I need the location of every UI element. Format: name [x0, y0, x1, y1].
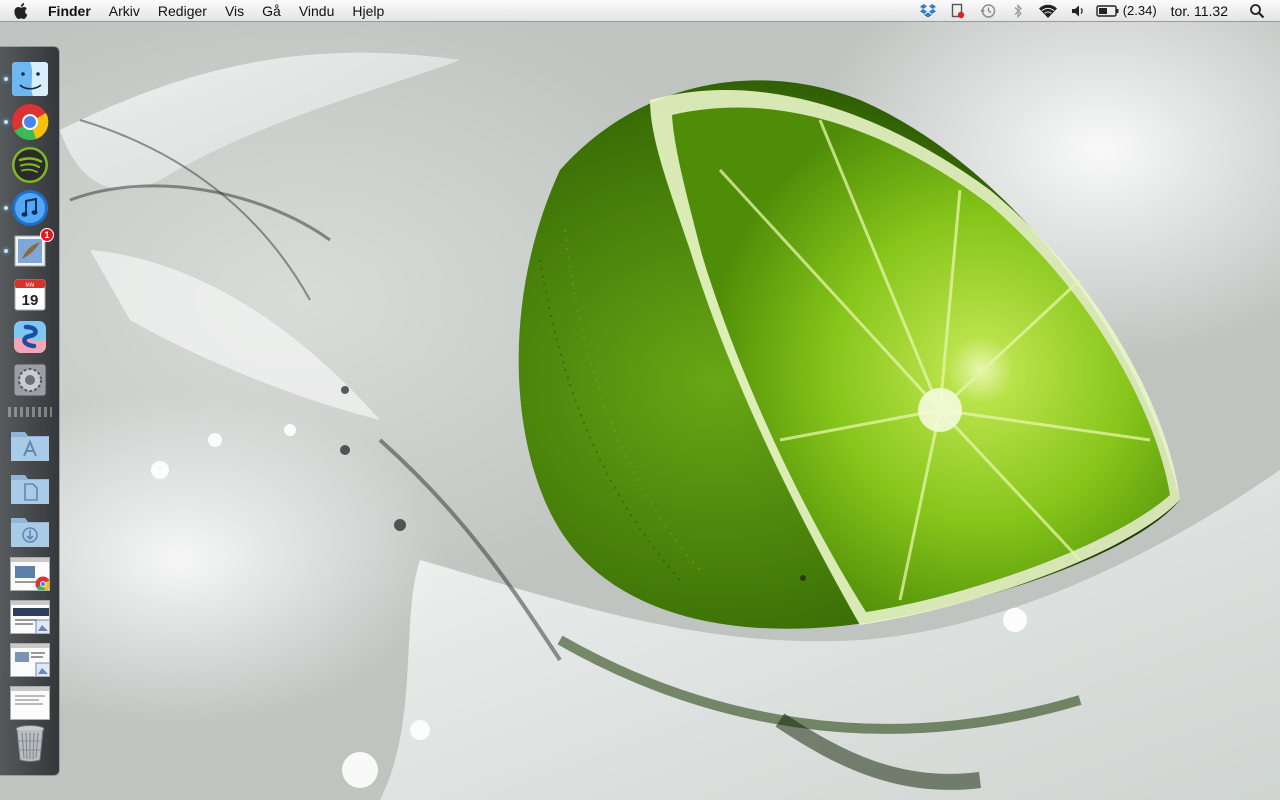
document-window-thumbnail[interactable]: [10, 683, 50, 723]
finder-icon[interactable]: [4, 59, 50, 99]
wifi-icon[interactable]: [1033, 0, 1063, 22]
menu-arkiv[interactable]: Arkiv: [100, 0, 149, 22]
spotlight-search-icon[interactable]: [1242, 0, 1272, 22]
calendar-day: 19: [22, 292, 39, 309]
mail-icon[interactable]: 1: [4, 228, 54, 271]
time-machine-icon[interactable]: [973, 0, 1003, 22]
trash-icon[interactable]: [10, 723, 50, 763]
menu-ga[interactable]: Gå: [253, 0, 290, 22]
calendar-icon[interactable]: MAI 19: [10, 274, 50, 314]
chrome-icon[interactable]: [4, 102, 50, 142]
lime-splash-image: [60, 52, 1280, 800]
skitch-icon[interactable]: [10, 317, 50, 357]
running-indicator: [4, 120, 8, 124]
menu-bar-left: Finder Arkiv Rediger Vis Gå Vindu Hjelp: [0, 0, 393, 22]
chrome-window-thumbnail[interactable]: [10, 554, 50, 594]
volume-icon[interactable]: [1063, 0, 1093, 22]
battery-time-remaining[interactable]: (2.34): [1123, 3, 1169, 18]
preview-window-thumbnail[interactable]: [10, 597, 50, 637]
bluetooth-icon[interactable]: [1003, 0, 1033, 22]
preview-window-thumbnail-2[interactable]: [10, 640, 50, 680]
dock: 1 MAI 19: [0, 46, 60, 776]
menu-bar: Finder Arkiv Rediger Vis Gå Vindu Hjelp: [0, 0, 1280, 22]
dropbox-icon[interactable]: [913, 0, 943, 22]
applications-folder-icon[interactable]: [10, 425, 50, 465]
apple-icon[interactable]: [0, 0, 40, 22]
battery-icon[interactable]: [1093, 0, 1123, 22]
menu-bar-extras: (2.34) tor. 11.32: [913, 0, 1280, 22]
system-preferences-icon[interactable]: [10, 360, 50, 400]
itunes-icon[interactable]: [4, 188, 50, 228]
chrome-icon: [35, 576, 49, 590]
menu-hjelp[interactable]: Hjelp: [343, 0, 393, 22]
menu-clock[interactable]: tor. 11.32: [1169, 3, 1242, 19]
running-indicator: [4, 77, 8, 81]
menu-rediger[interactable]: Rediger: [149, 0, 216, 22]
calendar-month: MAI: [26, 283, 35, 289]
documents-folder-icon[interactable]: [10, 468, 50, 508]
preview-icon: [35, 662, 49, 676]
running-indicator: [4, 206, 8, 210]
menu-vindu[interactable]: Vindu: [290, 0, 344, 22]
menu-finder[interactable]: Finder: [40, 0, 100, 22]
running-indicator: [4, 249, 8, 253]
desktop-wallpaper: [0, 0, 1280, 800]
menu-vis[interactable]: Vis: [216, 0, 253, 22]
notification-icon[interactable]: [943, 0, 973, 22]
mail-unread-badge: 1: [40, 228, 54, 242]
dock-separator: [8, 407, 52, 417]
preview-icon: [35, 619, 49, 633]
downloads-folder-icon[interactable]: [10, 511, 50, 551]
spotify-icon[interactable]: [10, 145, 50, 185]
